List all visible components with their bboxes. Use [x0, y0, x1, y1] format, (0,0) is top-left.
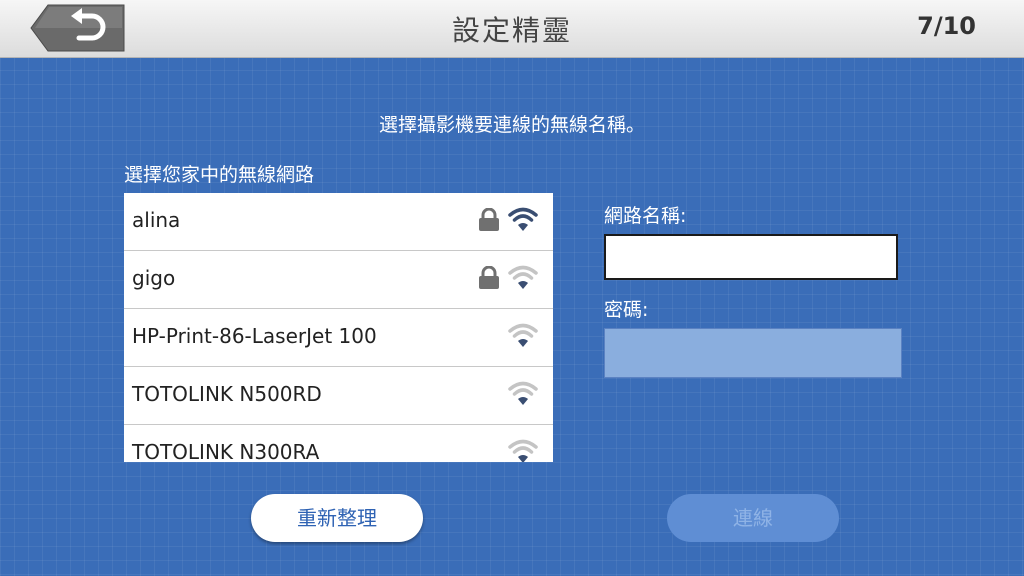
wifi-signal-icon — [508, 322, 538, 354]
setup-wizard-screen: 設定精靈 7/10 選擇攝影機要連線的無線名稱。 選擇您家中的無線網路 alin… — [0, 0, 1024, 576]
wifi-signal-icon — [508, 438, 538, 462]
page-title: 設定精靈 — [451, 14, 572, 47]
lock-icon — [478, 265, 500, 294]
instruction-text: 選擇攝影機要連線的無線名稱。 — [378, 114, 645, 136]
network-list-label: 選擇您家中的無線網路 — [124, 164, 315, 186]
ssid-input[interactable] — [604, 234, 898, 280]
network-ssid: TOTOLINK N500RD — [132, 382, 322, 406]
wifi-network-list: alina gigo HP-Print-86-LaserJet 100 TOTOLIN… — [124, 193, 553, 462]
ssid-label: 網路名稱: — [604, 205, 687, 227]
network-item[interactable]: alina — [124, 193, 553, 251]
header-bar: 設定精靈 7/10 — [0, 0, 1024, 58]
wifi-signal-icon — [508, 264, 538, 296]
network-item[interactable]: TOTOLINK N500RD — [124, 367, 553, 425]
network-ssid: TOTOLINK N300RA — [132, 440, 320, 462]
password-input[interactable] — [604, 328, 902, 378]
password-label: 密碼: — [604, 299, 649, 321]
wifi-signal-icon — [508, 380, 538, 412]
step-counter: 7/10 — [917, 12, 976, 40]
network-item[interactable]: TOTOLINK N300RA — [124, 425, 553, 462]
network-ssid: gigo — [132, 266, 176, 290]
network-item[interactable]: gigo — [124, 251, 553, 309]
network-item[interactable]: HP-Print-86-LaserJet 100 — [124, 309, 553, 367]
network-ssid: HP-Print-86-LaserJet 100 — [132, 324, 377, 348]
lock-icon — [478, 207, 500, 236]
refresh-button[interactable]: 重新整理 — [251, 494, 423, 542]
network-ssid: alina — [132, 208, 181, 232]
connect-button[interactable]: 連線 — [667, 494, 839, 542]
wifi-signal-icon — [508, 206, 538, 238]
